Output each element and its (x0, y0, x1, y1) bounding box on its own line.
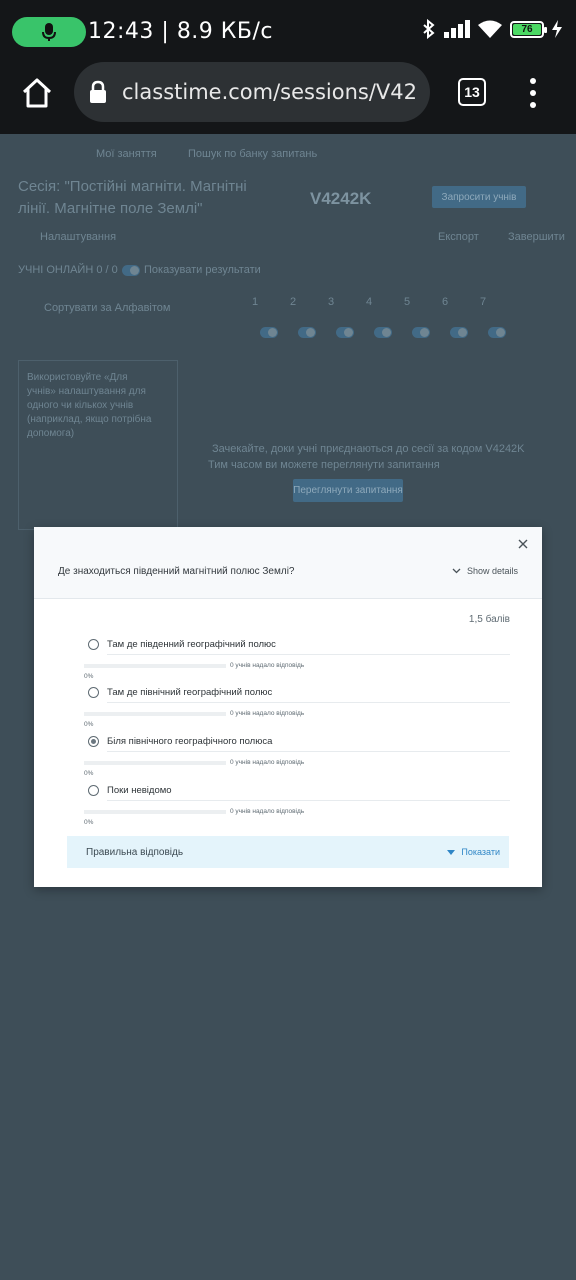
show-details-button[interactable]: Show details (452, 566, 518, 576)
question-text: Де знаходиться південний магнітний полюс… (58, 566, 295, 577)
sort-dropdown: Сортувати за Алфавітом (44, 302, 171, 314)
answer-label: Там де північний географічний полюс (107, 687, 273, 698)
question-toggle (298, 327, 316, 338)
response-count: 0 учнів надало відповідь (230, 759, 305, 766)
question-number-7: 7 (480, 296, 487, 308)
question-toggle (260, 327, 278, 338)
answer-option: Поки невідомо 0 учнів надало відповідь 0… (84, 784, 510, 826)
session-code: V4242K (310, 189, 372, 208)
question-toggle (336, 327, 354, 338)
home-button[interactable] (20, 76, 54, 110)
hint-card: Використовуйте «Для учнів» налаштування … (18, 360, 178, 530)
question-toggle (450, 327, 468, 338)
reveal-results-label: Показувати результати (144, 264, 261, 276)
question-number-2: 2 (290, 296, 297, 308)
response-count: 0 учнів надало відповідь (230, 662, 305, 669)
status-time: 12:43 | 8.9 КБ/с (88, 19, 274, 44)
waiting-text: Зачекайте, доки учні приєднаються до сес… (212, 443, 525, 455)
wifi-icon (478, 20, 502, 38)
response-count: 0 учнів надало відповідь (230, 808, 305, 815)
response-percent: 0% (84, 721, 94, 728)
lock-icon (90, 80, 106, 103)
response-percent: 0% (84, 770, 94, 777)
preview-questions-button: Переглянути запитання (293, 479, 403, 502)
status-bar: 12:43 | 8.9 КБ/с 76 (0, 0, 576, 62)
charging-icon (552, 20, 562, 38)
radio-button (88, 687, 99, 698)
nav-question-bank: Пошук по банку запитань (188, 148, 318, 160)
question-toggle (374, 327, 392, 338)
radio-button-checked (88, 736, 99, 747)
question-number-6: 6 (442, 296, 449, 308)
hint-text: Використовуйте «Для учнів» налаштування … (27, 372, 152, 439)
show-details-label: Show details (466, 566, 518, 576)
question-number-5: 5 (404, 296, 411, 308)
answer-option: Там де північний географічний полюс 0 уч… (84, 686, 510, 728)
finish-link: Завершити (508, 231, 565, 243)
settings-link: Налаштування (40, 231, 117, 243)
question-number-1: 1 (252, 296, 259, 308)
address-bar[interactable]: classtime.com/sessions/V4242K (74, 62, 430, 122)
response-count: 0 учнів надало відповідь (230, 710, 305, 717)
question-number-3: 3 (328, 296, 335, 308)
browser-toolbar: classtime.com/sessions/V4242K 13 (0, 62, 576, 134)
response-percent: 0% (84, 819, 94, 826)
home-icon (22, 78, 52, 108)
response-bar (84, 810, 226, 814)
answer-label: Там де південний географічний полюс (107, 639, 276, 650)
answer-label: Поки невідомо (107, 785, 172, 796)
url-text[interactable]: classtime.com/sessions/V4242K (122, 80, 418, 104)
show-answer-label: Показати (461, 847, 500, 857)
signal-icon (444, 20, 470, 38)
microphone-icon (42, 23, 56, 41)
modal-header: Де знаходиться південний магнітний полюс… (34, 527, 542, 599)
response-bar (84, 712, 226, 716)
caret-down-icon (447, 849, 456, 855)
session-title: Сесія: "Постійні магніти. Магнітні лінії… (18, 178, 247, 217)
nav-my-classes: Мої заняття (96, 148, 157, 160)
reveal-results-toggle (122, 265, 140, 276)
show-answer-button[interactable]: Показати (447, 847, 500, 857)
response-bar (84, 664, 226, 668)
question-points: 1,5 балів (468, 614, 510, 625)
answer-option: Там де південний географічний полюс 0 уч… (84, 638, 510, 680)
tab-switcher-button[interactable]: 13 (458, 78, 486, 106)
answer-option: Біля північного географічного полюса 0 у… (84, 735, 510, 777)
response-bar (84, 761, 226, 765)
students-online: УЧНІ ОНЛАЙН 0 / 0 (18, 264, 118, 276)
battery-icon: 76 (510, 20, 547, 38)
correct-answer-label: Правильна відповідь (86, 847, 184, 858)
answer-label: Біля північного географічного полюса (107, 736, 273, 747)
response-percent: 0% (84, 673, 94, 680)
bluetooth-icon (423, 19, 435, 39)
chevron-down-icon (452, 568, 461, 574)
question-toggle (488, 327, 506, 338)
browser-menu-button[interactable] (528, 78, 538, 108)
invite-students-button: Запросити учнів (432, 186, 526, 208)
close-icon[interactable] (516, 537, 530, 551)
radio-button (88, 639, 99, 650)
microphone-indicator[interactable] (12, 17, 86, 47)
question-toggle (412, 327, 430, 338)
export-link: Експорт (438, 231, 479, 243)
question-number-4: 4 (366, 296, 373, 308)
question-results-modal: Де знаходиться південний магнітний полюс… (34, 527, 542, 887)
correct-answer-panel[interactable]: Правильна відповідь Показати (67, 836, 509, 868)
waiting-subtext: Тим часом ви можете переглянути запитанн… (208, 459, 440, 471)
radio-button (88, 785, 99, 796)
